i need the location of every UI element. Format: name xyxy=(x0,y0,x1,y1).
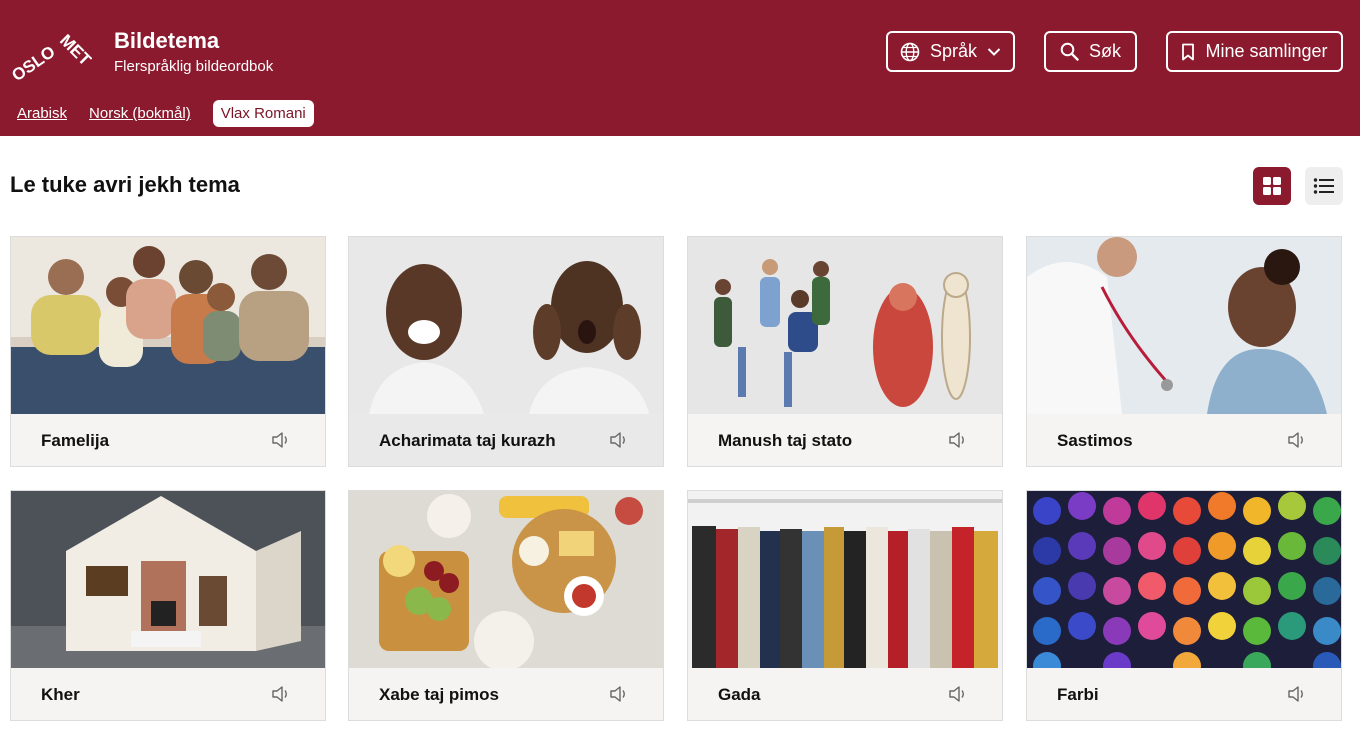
svg-text:MET: MET xyxy=(56,31,92,70)
list-view-icon xyxy=(1313,178,1334,194)
tab-vlax-romani[interactable]: Vlax Romani xyxy=(212,100,314,127)
theme-image xyxy=(349,491,663,668)
app-title[interactable]: Bildetema xyxy=(114,28,219,54)
theme-label: Famelija xyxy=(41,431,110,450)
theme-label: Gada xyxy=(718,685,761,704)
grid-view-icon xyxy=(1263,177,1281,195)
app-subtitle: Flerspråklig bildeordbok xyxy=(114,58,274,75)
my-collections-button[interactable]: Mine samlinger xyxy=(1166,31,1343,72)
search-icon xyxy=(1060,42,1079,61)
bookmark-icon xyxy=(1182,43,1195,60)
oslomet-logo[interactable]: OSLO MET xyxy=(6,22,92,82)
tab-arabisk[interactable]: Arabisk xyxy=(17,100,67,127)
theme-image xyxy=(349,237,663,414)
language-button-label: Språk xyxy=(929,41,978,61)
theme-card[interactable]: Sastimos xyxy=(1026,236,1342,467)
theme-image xyxy=(688,237,1002,414)
speaker-icon[interactable] xyxy=(609,684,629,704)
theme-card[interactable]: Xabe taj pimos xyxy=(348,490,664,721)
search-button[interactable]: Søk xyxy=(1044,31,1137,72)
theme-label: Acharimata taj kurazh xyxy=(379,431,556,450)
language-tabs: Arabisk Norsk (bokmål) Vlax Romani xyxy=(17,100,336,127)
speaker-icon[interactable] xyxy=(271,430,291,450)
theme-label: Sastimos xyxy=(1057,431,1133,450)
theme-card[interactable]: Manush taj stato xyxy=(687,236,1003,467)
theme-image xyxy=(1027,491,1341,668)
tab-norsk-bokmal[interactable]: Norsk (bokmål) xyxy=(89,100,191,127)
page-title: Le tuke avri jekh tema xyxy=(10,172,240,197)
speaker-icon[interactable] xyxy=(609,430,629,450)
theme-label: Xabe taj pimos xyxy=(379,685,499,704)
theme-card[interactable]: Kher xyxy=(10,490,326,721)
theme-label: Kher xyxy=(41,685,80,704)
my-collections-label: Mine samlinger xyxy=(1205,41,1328,61)
grid-view-button[interactable] xyxy=(1253,167,1291,205)
theme-image xyxy=(11,491,325,668)
chevron-down-icon xyxy=(987,47,1001,56)
speaker-icon[interactable] xyxy=(948,430,968,450)
site-header: OSLO MET Bildetema Flerspråklig bildeord… xyxy=(0,0,1360,136)
speaker-icon[interactable] xyxy=(271,684,291,704)
language-button[interactable]: Språk xyxy=(886,31,1015,72)
theme-card[interactable]: Famelija xyxy=(10,236,326,467)
search-button-label: Søk xyxy=(1088,41,1121,61)
list-view-button[interactable] xyxy=(1305,167,1343,205)
theme-card[interactable]: Gada xyxy=(687,490,1003,721)
speaker-icon[interactable] xyxy=(948,684,968,704)
speaker-icon[interactable] xyxy=(1287,684,1307,704)
speaker-icon[interactable] xyxy=(1287,430,1307,450)
theme-card[interactable]: Farbi xyxy=(1026,490,1342,721)
theme-image xyxy=(688,491,1002,668)
svg-text:OSLO: OSLO xyxy=(8,42,58,82)
theme-label: Farbi xyxy=(1057,685,1099,704)
theme-image xyxy=(1027,237,1341,414)
theme-label: Manush taj stato xyxy=(718,431,853,450)
globe-icon xyxy=(900,42,920,61)
theme-card[interactable]: Acharimata taj kurazh xyxy=(348,236,664,467)
theme-image xyxy=(11,237,325,414)
